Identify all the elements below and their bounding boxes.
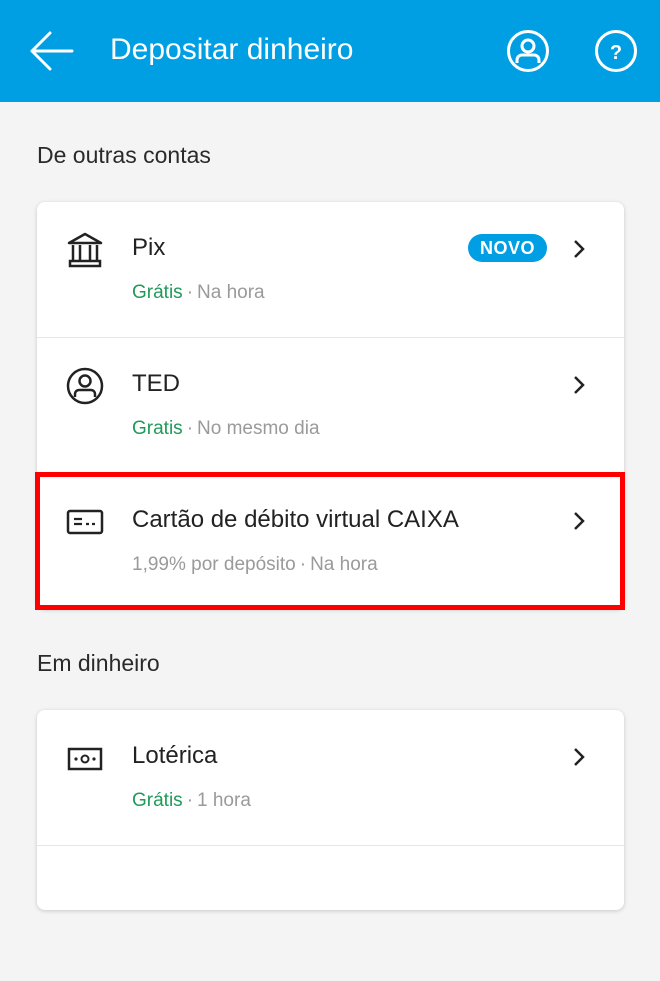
cash-card: Lotérica Grátis · 1 hora (37, 710, 624, 910)
chevron-right-icon (574, 376, 585, 394)
separator: · (186, 282, 194, 303)
deposit-option-virtual-debit-card[interactable]: Cartão de débito virtual CAIXA 1,99% por… (37, 473, 624, 609)
section-title-other-accounts: De outras contas (37, 142, 211, 168)
deposit-option-next[interactable] (37, 845, 624, 981)
card-icon (66, 509, 104, 535)
option-price: Gratis (132, 418, 183, 439)
option-time: Na hora (197, 282, 265, 303)
chevron-right-icon (574, 748, 585, 766)
question-circle-icon[interactable]: ? (594, 29, 638, 73)
chevron-right-icon (574, 512, 585, 530)
chevron-right-icon (574, 240, 585, 258)
separator: · (186, 418, 194, 439)
option-name: Pix (132, 234, 166, 261)
other-accounts-card: Pix NOVO Grátis · Na hora TED Gratis · No me… (37, 202, 624, 609)
option-time: Na hora (310, 554, 378, 575)
deposit-option-ted[interactable]: TED Gratis · No mesmo dia (37, 337, 624, 473)
arrow-left-icon[interactable] (28, 30, 74, 72)
option-price: Grátis (132, 282, 183, 303)
option-time: No mesmo dia (197, 418, 320, 439)
option-meta: Grátis · Na hora (132, 280, 265, 306)
user-circle-icon (66, 367, 104, 405)
option-name: Lotérica (132, 742, 218, 769)
option-time: 1 hora (197, 790, 251, 811)
deposit-option-pix[interactable]: Pix NOVO Grátis · Na hora (37, 202, 624, 337)
option-meta: 1,99% por depósito · Na hora (132, 552, 378, 578)
option-meta: Grátis · 1 hora (132, 788, 251, 814)
option-name: Cartão de débito virtual CAIXA (132, 506, 459, 533)
option-price: 1,99% por depósito (132, 554, 296, 575)
option-meta: Gratis · No mesmo dia (132, 416, 320, 442)
bank-icon (67, 232, 103, 268)
cash-icon (67, 747, 103, 771)
option-price: Grátis (132, 790, 183, 811)
page-title: Depositar dinheiro (110, 33, 354, 66)
app-bar: Depositar dinheiro ? (0, 0, 660, 102)
user-circle-icon[interactable] (506, 29, 550, 73)
section-title-cash: Em dinheiro (37, 650, 160, 676)
svg-text:?: ? (610, 42, 622, 64)
new-badge: NOVO (468, 234, 548, 262)
option-name: TED (132, 370, 180, 397)
deposit-option-loterica[interactable]: Lotérica Grátis · 1 hora (37, 710, 624, 845)
separator: · (299, 554, 307, 575)
separator: · (186, 790, 194, 811)
